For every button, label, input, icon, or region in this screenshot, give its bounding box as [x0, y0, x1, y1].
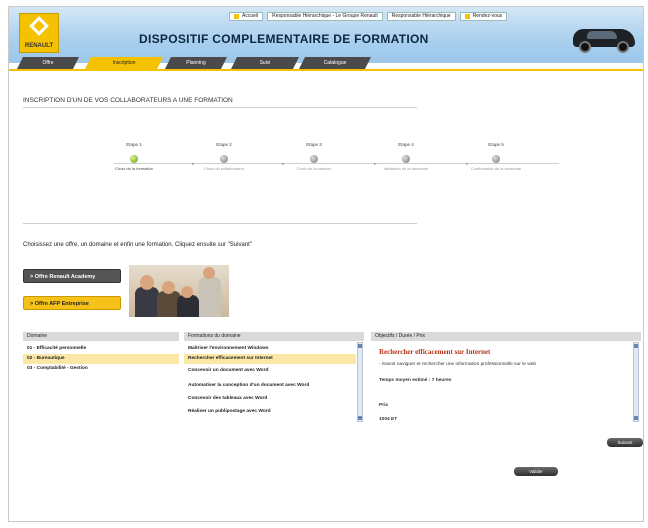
tab-inscription[interactable]: Inscription — [85, 57, 163, 69]
rendez-vous-link[interactable]: Rendez-vous — [459, 11, 508, 21]
scroll-up-icon[interactable] — [634, 344, 638, 348]
instruction-text: Choisissez une offre, un domaine et enfi… — [23, 242, 252, 248]
step-progress: Etape 1 Choix de la formation ▸ Etape 2 … — [114, 142, 559, 182]
person — [177, 295, 199, 317]
step-4: Etape 4 Validation de la demande — [376, 142, 436, 171]
domain-header: Domaine — [23, 332, 179, 341]
person-head — [140, 275, 154, 290]
renault-diamond-icon — [29, 16, 49, 36]
domain-item-1[interactable]: 02 - Bureautique — [23, 354, 179, 364]
profile-select[interactable]: Responsable Hiérarchique — [386, 11, 456, 21]
training-item-0[interactable]: Maîtriser l'environnement Windows — [184, 344, 356, 354]
nav-underline — [9, 69, 643, 71]
section-title: INSCRIPTION D'UN DE VOS COLLABORATEURS A… — [23, 97, 233, 104]
step-1-label: Etape 1 — [126, 142, 142, 147]
car-wheel-rear — [617, 41, 629, 53]
trainings-scrollbar[interactable] — [357, 342, 363, 422]
domain-item-2[interactable]: 03 - Comptabilité - Gestion — [23, 364, 179, 374]
step-2-indicator — [220, 155, 228, 163]
person — [199, 277, 221, 317]
scroll-down-icon[interactable] — [358, 416, 362, 420]
step-5-label: Etape 5 — [488, 142, 504, 147]
objective-title: Rechercher efficacement sur Internet — [379, 348, 491, 356]
training-item-5[interactable]: Réaliser un publipostage avec Word — [184, 407, 356, 417]
page-title: DISPOSITIF COMPLEMENTAIRE DE FORMATION — [139, 32, 429, 46]
objective-duration: Temps moyen estimé : 7 heures — [379, 378, 452, 383]
step-4-indicator — [402, 155, 410, 163]
step-3-label: Etape 3 — [306, 142, 322, 147]
step-1-desc: Choix de la formation — [115, 166, 153, 171]
user-label: Responsable Hiérarchique - Le Groupe Ren… — [272, 13, 378, 19]
scroll-down-icon[interactable] — [634, 416, 638, 420]
header: RENAULT Accueil Responsable Hiérarchique… — [9, 7, 643, 63]
tab-catalogue[interactable]: Catalogue — [299, 57, 371, 69]
tab-offre[interactable]: Offre — [17, 57, 79, 69]
person-head — [203, 267, 215, 279]
training-item-4[interactable]: Concevoir des tableaux avec Word — [184, 394, 356, 404]
tab-planning[interactable]: Planning — [165, 57, 227, 69]
step-2-label: Etape 2 — [216, 142, 232, 147]
scroll-up-icon[interactable] — [358, 344, 362, 348]
training-item-3[interactable]: Automatiser la conception d'un document … — [184, 381, 356, 391]
top-bar: Accueil Responsable Hiérarchique - Le Gr… — [229, 11, 508, 21]
step-3-indicator — [310, 155, 318, 163]
rendez-vous-label: Rendez-vous — [472, 13, 503, 19]
step-4-label: Etape 4 — [398, 142, 414, 147]
step-3-desc: Choix de la session — [296, 166, 332, 171]
training-item-1[interactable]: Rechercher efficacement sur Internet — [184, 354, 356, 364]
next-button[interactable]: Suivant — [607, 438, 643, 447]
validate-button[interactable]: Valider — [514, 467, 558, 476]
user-select[interactable]: Responsable Hiérarchique - Le Groupe Ren… — [267, 11, 383, 21]
divider-top — [23, 107, 417, 108]
objective-price-value: 1004 ET — [379, 417, 398, 422]
trainings-header: Formations du domaine — [184, 332, 364, 341]
step-1: Etape 1 Choix de la formation — [104, 142, 164, 171]
team-photo — [129, 265, 229, 317]
car-wheel-front — [579, 41, 591, 53]
step-2: Etape 2 Choix du collaborateur — [194, 142, 254, 171]
step-5-desc: Confirmation de la demande — [470, 166, 522, 171]
step-4-desc: Validation de la demande — [383, 166, 429, 171]
objective-text: - Savoir naviguer et rechercher une info… — [379, 362, 537, 367]
person-head — [162, 281, 175, 294]
person — [135, 287, 159, 317]
objective-price-label: Prix — [379, 403, 389, 408]
objective-scrollbar[interactable] — [633, 342, 639, 422]
step-5: Etape 5 Confirmation de la demande — [466, 142, 526, 171]
step-3: Etape 3 Choix de la session — [284, 142, 344, 171]
tab-suivi[interactable]: Suivi — [231, 57, 299, 69]
renault-logo[interactable]: RENAULT — [19, 13, 59, 53]
home-link[interactable]: Accueil — [229, 11, 264, 21]
app-window: RENAULT Accueil Responsable Hiérarchique… — [8, 6, 644, 522]
person-head — [181, 286, 193, 298]
logo-text: RENAULT — [24, 43, 54, 49]
step-2-desc: Choix du collaborateur — [203, 166, 245, 171]
step-1-indicator — [130, 155, 138, 163]
home-icon — [234, 13, 239, 19]
main-nav: Offre Inscription Planning Suivi Catalog… — [9, 57, 643, 69]
divider-bottom — [23, 223, 417, 224]
profile-label: Responsable Hiérarchique — [391, 13, 451, 19]
car-image — [569, 19, 639, 53]
domain-item-0[interactable]: 01 - Efficacité personnelle — [23, 344, 179, 354]
offer-academy-button[interactable]: > Offre Renault Academy — [23, 269, 121, 283]
training-item-2[interactable]: Concevoir un document avec Word — [184, 366, 356, 376]
offer-enterprise-button[interactable]: > Offre AFP Entreprise — [23, 296, 121, 310]
calendar-icon — [464, 13, 470, 19]
car-window — [587, 31, 617, 39]
step-5-indicator — [492, 155, 500, 163]
home-label: Accueil — [242, 13, 259, 19]
objective-header: Objectifs / Durée / Prix — [371, 332, 641, 341]
